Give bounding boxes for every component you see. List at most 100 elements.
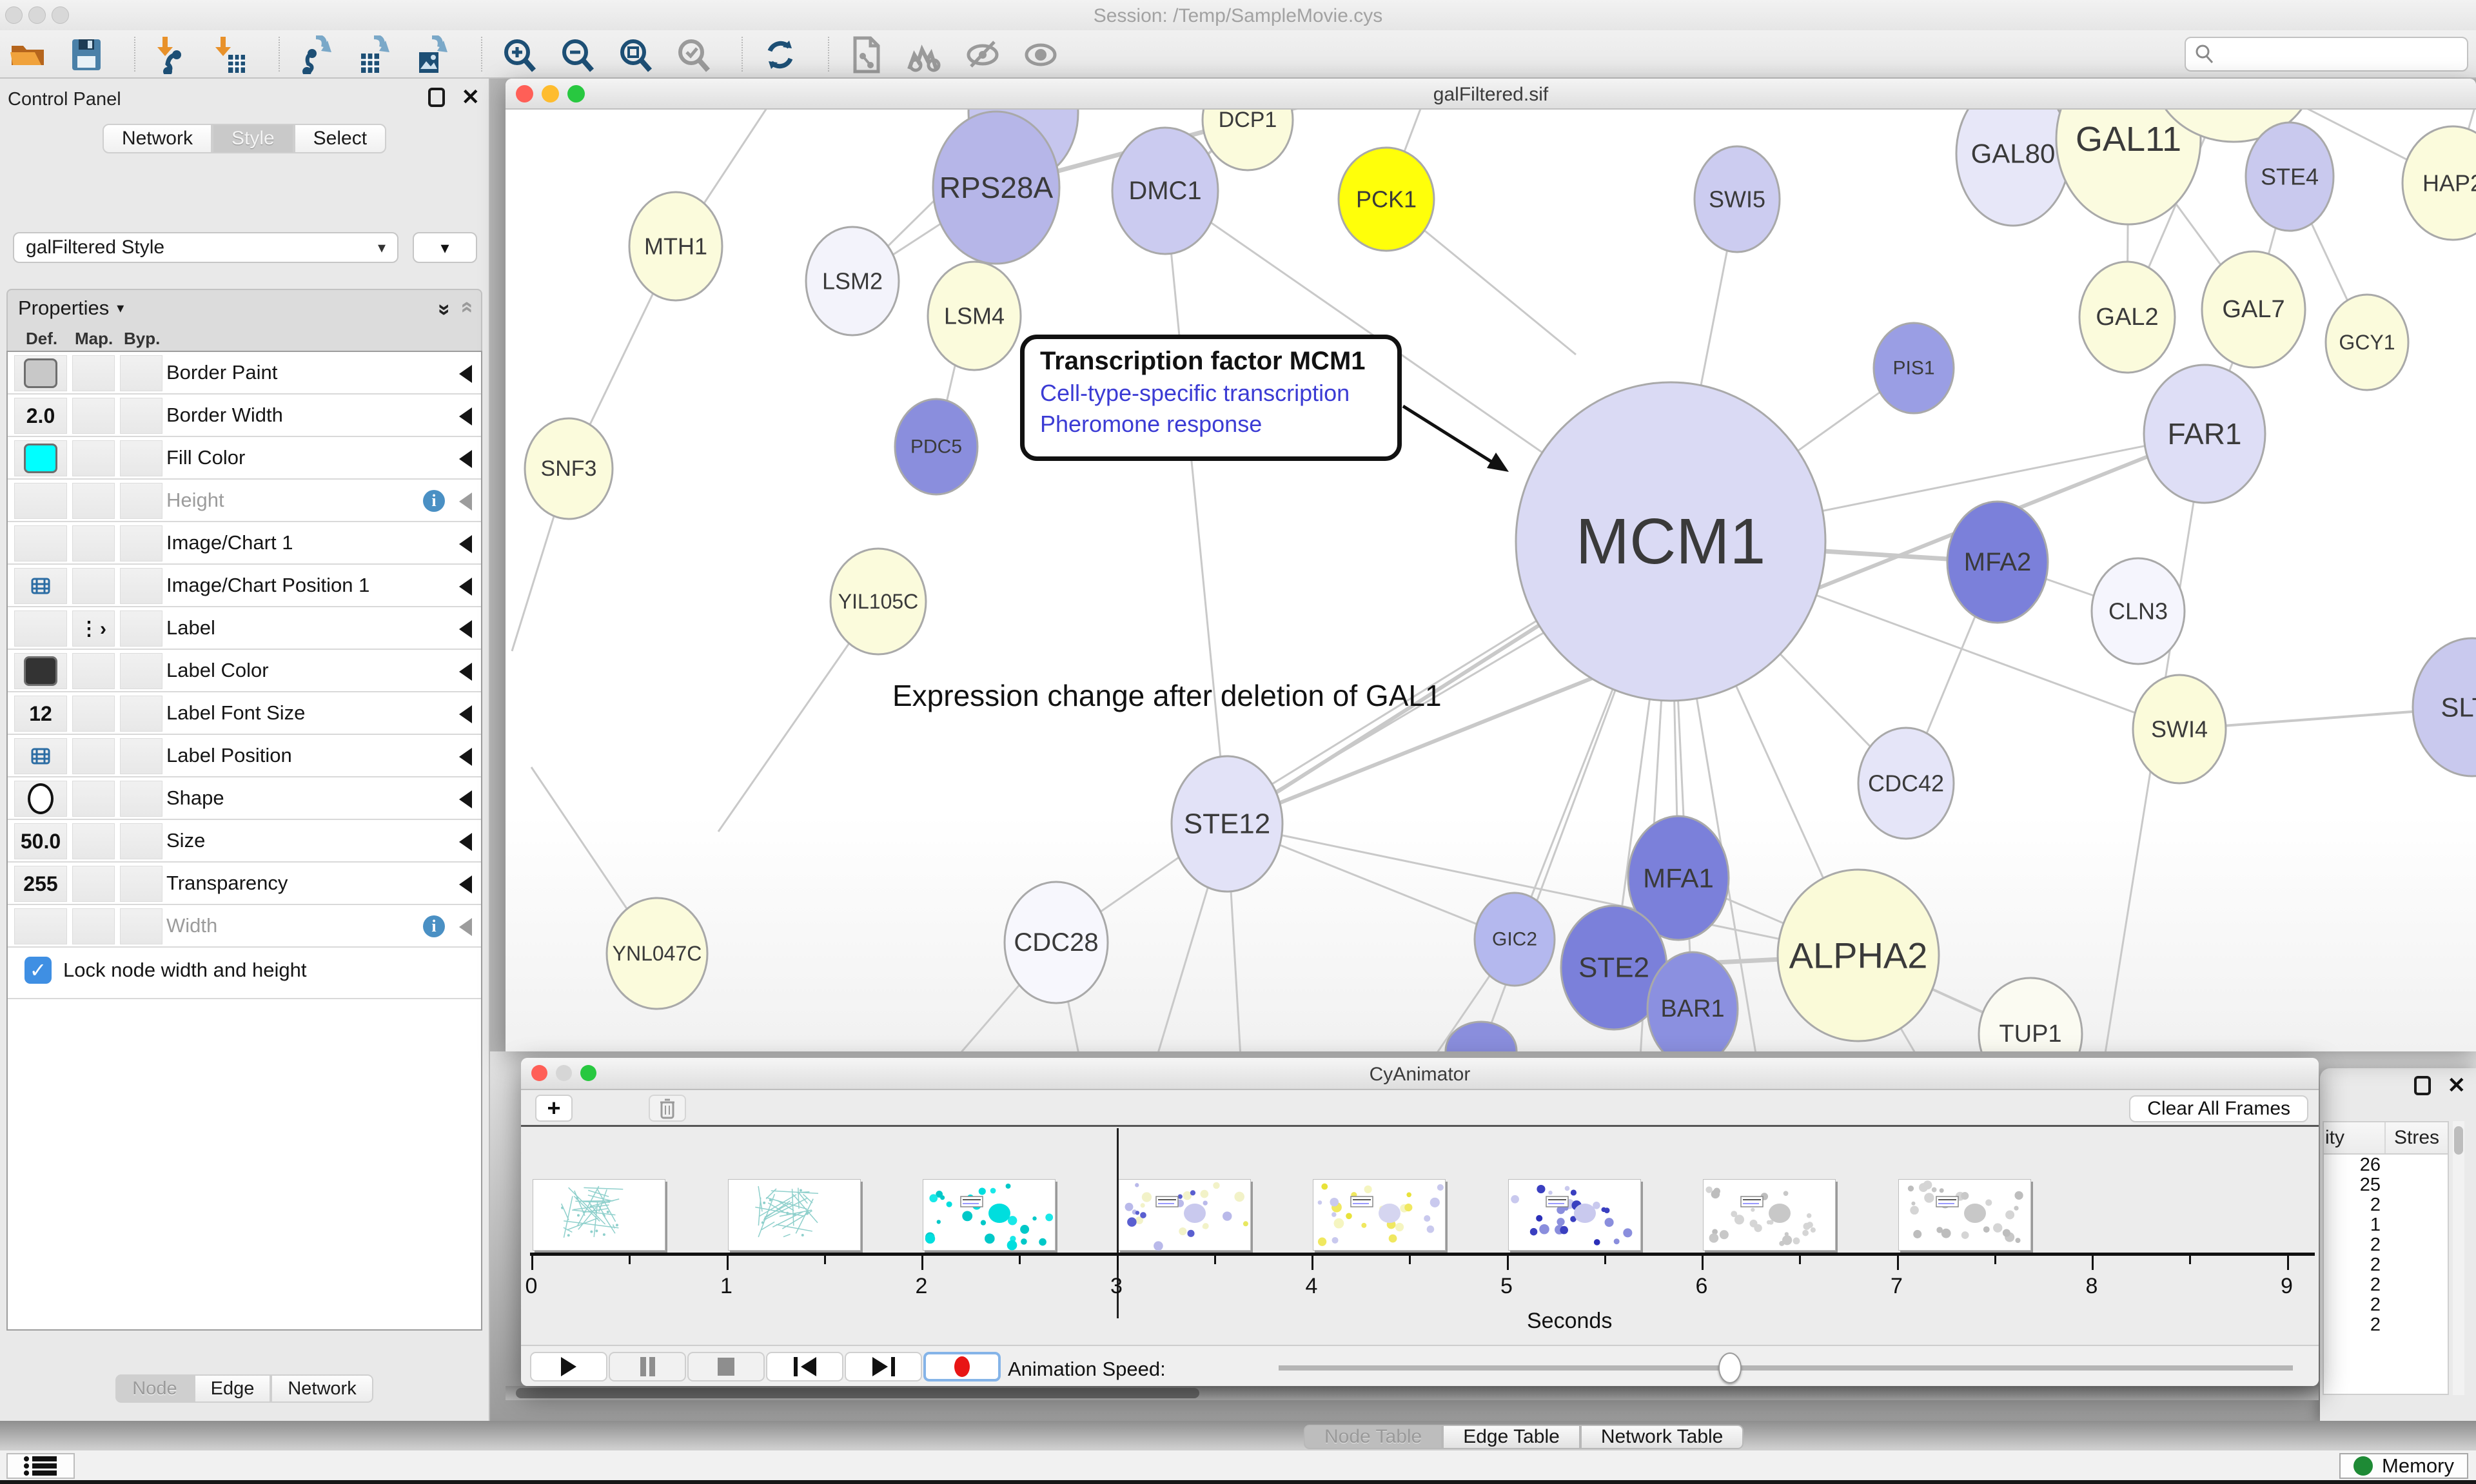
- def-cell[interactable]: [14, 908, 67, 944]
- network-node-HAP2[interactable]: HAP2: [2402, 126, 2476, 240]
- network-window-titlebar[interactable]: galFiltered.sif: [506, 79, 2476, 110]
- byp-cell[interactable]: [120, 483, 162, 519]
- byp-cell[interactable]: [120, 568, 162, 604]
- export-table-button[interactable]: [356, 35, 395, 74]
- frame-thumbnail-0[interactable]: [533, 1179, 665, 1251]
- skip-end-button[interactable]: [845, 1352, 922, 1381]
- table-row[interactable]: 2: [2324, 1314, 2448, 1334]
- frame-thumbnail-7[interactable]: [1898, 1179, 2031, 1251]
- close-panel-icon[interactable]: ✕: [462, 88, 480, 107]
- network-node-PIS1[interactable]: PIS1: [1874, 323, 1954, 413]
- def-cell[interactable]: 50.0: [14, 823, 67, 859]
- collapse-row-icon[interactable]: [459, 748, 472, 766]
- collapse-row-icon[interactable]: [459, 493, 472, 511]
- def-cell[interactable]: [14, 738, 67, 774]
- def-cell[interactable]: [14, 355, 67, 391]
- frame-thumbnail-1[interactable]: [728, 1179, 861, 1251]
- skip-start-button[interactable]: [766, 1352, 843, 1381]
- frame-thumbnail-5[interactable]: [1508, 1179, 1641, 1251]
- def-cell[interactable]: 2.0: [14, 398, 67, 434]
- network-node-GAL2[interactable]: GAL2: [2079, 262, 2175, 373]
- info-icon[interactable]: i: [423, 915, 445, 937]
- zoom-out-button[interactable]: [558, 35, 597, 74]
- network-node-GIC2[interactable]: GIC2: [1475, 893, 1555, 986]
- zoom-fit-button[interactable]: [616, 35, 655, 74]
- table-row[interactable]: 2: [2324, 1294, 2448, 1314]
- map-cell[interactable]: [72, 355, 115, 391]
- property-row-image-chart-position-1[interactable]: Image/Chart Position 1: [8, 565, 481, 607]
- collapse-row-icon[interactable]: [459, 407, 472, 425]
- def-cell[interactable]: [14, 525, 67, 561]
- default-value[interactable]: 12: [29, 702, 52, 726]
- export-image-button[interactable]: [414, 35, 453, 74]
- refresh-button[interactable]: [761, 35, 800, 74]
- ellipse-shape-icon[interactable]: [28, 783, 54, 814]
- network-node-CDC42[interactable]: CDC42: [1858, 728, 1954, 839]
- collapse-row-icon[interactable]: [459, 790, 472, 808]
- property-row-border-width[interactable]: 2.0Border Width: [8, 395, 481, 437]
- animation-speed-slider[interactable]: [1279, 1365, 2293, 1371]
- network-node-PDC5[interactable]: PDC5: [895, 399, 978, 494]
- default-value[interactable]: 255: [23, 872, 57, 896]
- network-node-STE12[interactable]: STE12: [1172, 756, 1282, 892]
- collapse-row-icon[interactable]: [459, 365, 472, 383]
- delete-frame-button[interactable]: [649, 1095, 686, 1122]
- byp-cell[interactable]: [120, 355, 162, 391]
- def-cell[interactable]: [14, 781, 67, 817]
- zoom-selected-button[interactable]: [674, 35, 713, 74]
- network-node-CDC28[interactable]: CDC28: [1005, 882, 1108, 1003]
- import-table-button[interactable]: [211, 35, 250, 74]
- network-node-RPS28A[interactable]: RPS28A: [933, 112, 1059, 264]
- tab-network-table[interactable]: Network Table: [1580, 1425, 1744, 1449]
- default-value-swatch[interactable]: [24, 358, 57, 388]
- map-cell[interactable]: [72, 525, 115, 561]
- map-cell[interactable]: [72, 440, 115, 476]
- table-row[interactable]: 2: [2324, 1274, 2448, 1294]
- network-node-LSM4[interactable]: LSM4: [928, 262, 1021, 370]
- table-row[interactable]: 26: [2324, 1155, 2448, 1175]
- collapse-row-icon[interactable]: [459, 663, 472, 681]
- network-node-SLT2[interactable]: SLT2: [2413, 638, 2476, 776]
- annotation-box[interactable]: Transcription factor MCM1 Cell-type-spec…: [1020, 335, 1402, 461]
- tab-style[interactable]: Style: [212, 124, 294, 153]
- network-node-CLN3[interactable]: CLN3: [2092, 558, 2185, 664]
- property-row-size[interactable]: 50.0Size: [8, 820, 481, 863]
- network-node-MTH1[interactable]: MTH1: [629, 192, 722, 300]
- record-button[interactable]: [923, 1352, 1001, 1381]
- network-node-YIL105C[interactable]: YIL105C: [830, 549, 926, 654]
- network-edge[interactable]: [1165, 191, 1227, 824]
- collapse-row-icon[interactable]: [459, 578, 472, 596]
- map-cell[interactable]: [72, 568, 115, 604]
- tab-network[interactable]: Network: [103, 124, 212, 153]
- add-frame-button[interactable]: +: [535, 1095, 573, 1122]
- property-row-fill-color[interactable]: Fill Color: [8, 437, 481, 480]
- style-options-button[interactable]: ▾: [413, 232, 477, 263]
- def-cell[interactable]: [14, 440, 67, 476]
- tab-edge-table[interactable]: Edge Table: [1442, 1425, 1580, 1449]
- show-details-button[interactable]: [1021, 35, 1060, 74]
- export-network-button[interactable]: [298, 35, 337, 74]
- collapse-row-icon[interactable]: [459, 875, 472, 893]
- byp-cell[interactable]: [120, 525, 162, 561]
- collapse-row-icon[interactable]: [459, 705, 472, 723]
- byp-cell[interactable]: [120, 653, 162, 689]
- collapse-row-icon[interactable]: [459, 450, 472, 468]
- network-node-DMC1[interactable]: DMC1: [1112, 128, 1218, 254]
- panel-tab-node[interactable]: Node: [115, 1374, 193, 1403]
- byp-cell[interactable]: [120, 610, 162, 647]
- map-cell[interactable]: [72, 653, 115, 689]
- byp-cell[interactable]: [120, 440, 162, 476]
- panel-tab-network[interactable]: Network: [271, 1374, 373, 1403]
- close-panel-icon[interactable]: ✕: [2448, 1076, 2466, 1095]
- network-node-ALPHA2[interactable]: ALPHA2: [1778, 870, 1939, 1041]
- map-cell[interactable]: [72, 696, 115, 732]
- table-scrollbar[interactable]: [2453, 1121, 2464, 1395]
- network-node-FAR1[interactable]: FAR1: [2144, 365, 2265, 503]
- def-cell[interactable]: [14, 568, 67, 604]
- collapse-row-icon[interactable]: [459, 620, 472, 638]
- frame-thumbnail-4[interactable]: [1313, 1179, 1446, 1251]
- network-node-GAL80[interactable]: GAL80: [1956, 110, 2070, 226]
- def-cell[interactable]: [14, 653, 67, 689]
- horizontal-scrollbar[interactable]: [506, 1386, 2319, 1400]
- table-column-header[interactable]: Stres: [2386, 1122, 2448, 1153]
